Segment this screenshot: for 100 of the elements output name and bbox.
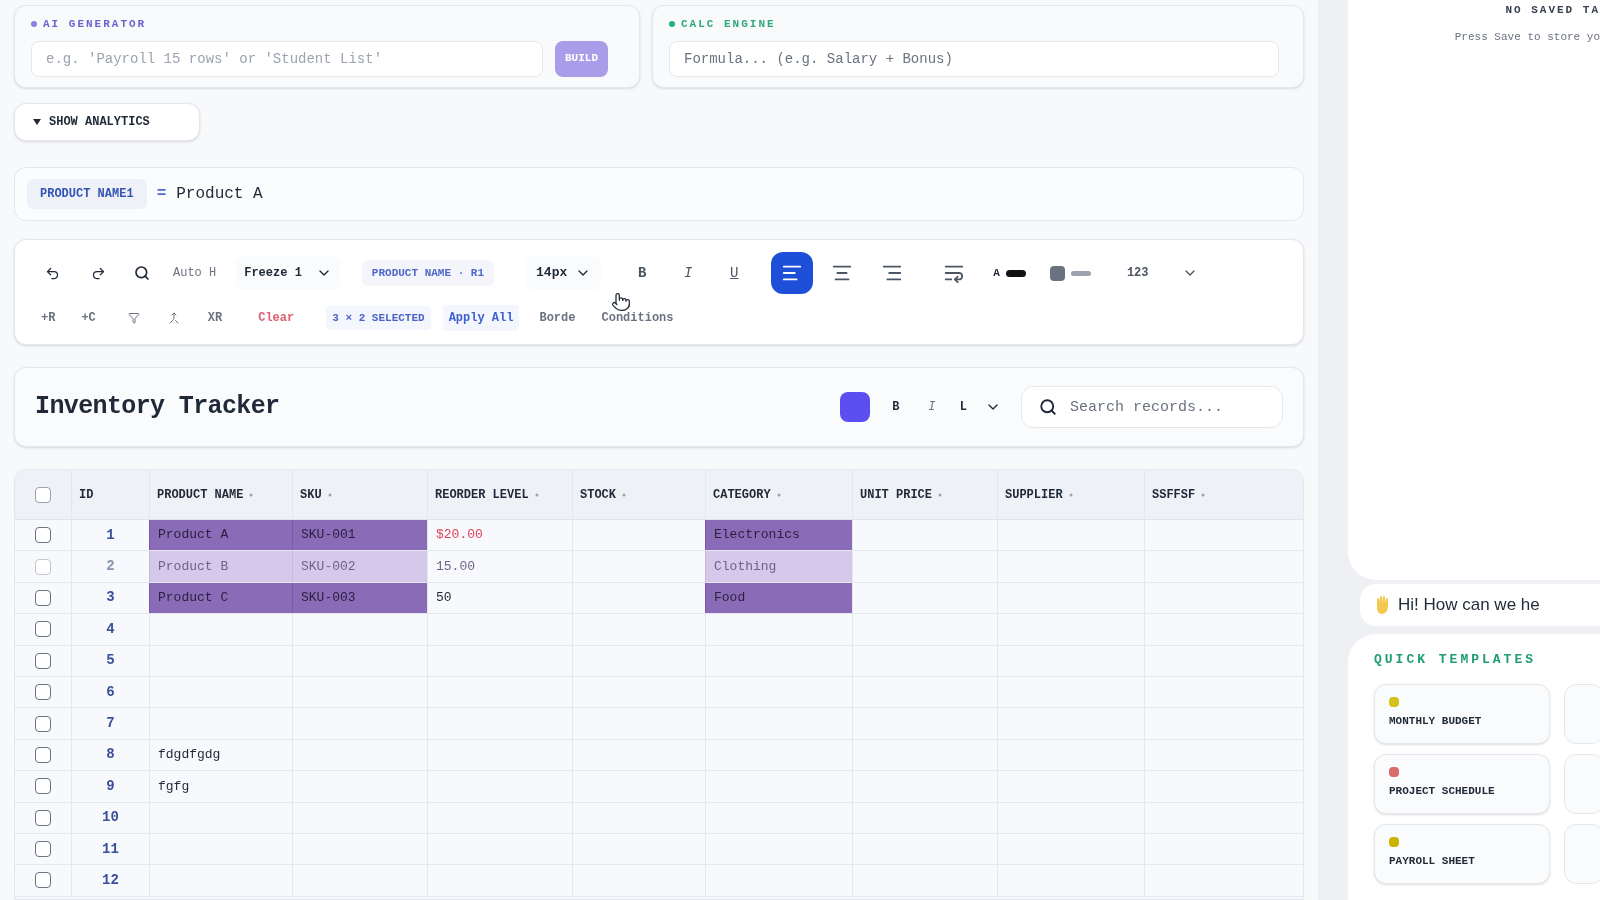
- italic-button[interactable]: I: [919, 398, 944, 416]
- table-row[interactable]: 5: [15, 645, 1303, 677]
- prompt-field[interactable]: e.g. 'Payroll 15 rows' or 'Student List': [31, 40, 543, 77]
- equals-sign: =: [156, 184, 167, 205]
- table-row[interactable]: 11: [15, 833, 1303, 866]
- show-analytics-button[interactable]: SHOW ANALYTICS: [14, 103, 200, 141]
- row-number: 2: [106, 557, 115, 577]
- bold-button[interactable]: B: [623, 254, 662, 292]
- table-cell-text: fdgdfgdg: [158, 746, 221, 765]
- number-format-select[interactable]: 123: [1120, 256, 1205, 290]
- row-checkbox[interactable]: [35, 621, 51, 638]
- row-checkbox[interactable]: [35, 872, 51, 889]
- toolbar-button[interactable]: Conditions: [595, 305, 680, 331]
- column-header[interactable]: REORDER LEVEL: [435, 485, 529, 504]
- toolbar-button[interactable]: +C: [75, 305, 102, 331]
- color-swatch: [1005, 269, 1026, 277]
- font-size-select[interactable]: 14px: [526, 256, 602, 290]
- column-header[interactable]: ID: [79, 485, 94, 504]
- table-cell-text: Electronics: [714, 526, 800, 545]
- formula-field[interactable]: Formula... (e.g. Salary + Bonus): [669, 40, 1279, 77]
- table-row[interactable]: 12: [15, 865, 1303, 897]
- apply-all-button[interactable]: Apply All: [442, 305, 520, 331]
- row-checkbox[interactable]: [35, 778, 51, 795]
- table-cell-text: SKU-001: [301, 526, 356, 545]
- chat-bubble[interactable]: Hi! How can we he: [1360, 584, 1600, 626]
- cell-value: Product A: [176, 184, 263, 205]
- selection-badge: 3 × 2 SELECTED: [326, 305, 431, 331]
- table-cell-text: Clothing: [714, 557, 777, 576]
- template-card[interactable]: MONTHLY BUDGET: [1374, 683, 1550, 744]
- row-checkbox[interactable]: [35, 684, 51, 701]
- row-number: 3: [106, 588, 115, 608]
- row-number: 6: [106, 682, 115, 702]
- sort-icon: [1068, 492, 1073, 497]
- undo-icon: [44, 265, 60, 281]
- align-left-button[interactable]: [771, 252, 814, 294]
- freeze-select[interactable]: Freeze 1: [236, 256, 340, 290]
- row-number: 5: [106, 651, 115, 671]
- sort-icon: [938, 492, 942, 497]
- row-checkbox[interactable]: [35, 652, 51, 669]
- caret-icon: [33, 119, 41, 125]
- cursor-icon: [611, 290, 631, 314]
- toolbar-button[interactable]: XR: [201, 305, 229, 331]
- column-header[interactable]: SKU: [300, 485, 322, 504]
- search-icon: [1039, 398, 1057, 416]
- text-color-button[interactable]: A: [993, 258, 1026, 288]
- table-cell-text: $20.00: [436, 526, 483, 545]
- search-field[interactable]: Search records...: [1021, 386, 1283, 428]
- column-header[interactable]: PRODUCT NAME: [157, 485, 244, 504]
- row-checkbox[interactable]: [35, 558, 51, 575]
- table-row[interactable]: 3 Product C SKU-003 50 Food: [15, 582, 1303, 615]
- column-header[interactable]: UNIT PRICE: [860, 485, 932, 504]
- row-number: 9: [106, 776, 115, 796]
- row-number: 12: [102, 871, 119, 890]
- row-checkbox[interactable]: [35, 841, 51, 858]
- redo-icon: [90, 265, 106, 281]
- table-row[interactable]: 10: [15, 802, 1303, 834]
- italic-button[interactable]: I: [669, 254, 708, 292]
- sheet-title: Inventory Tracker: [35, 391, 280, 424]
- panel-title: NO SAVED TA: [1505, 3, 1600, 18]
- row-checkbox[interactable]: [35, 589, 51, 606]
- row-number: 7: [106, 714, 115, 734]
- table-row[interactable]: 4: [15, 614, 1303, 646]
- accent-color-button[interactable]: [839, 392, 870, 422]
- table-cell-text: Product C: [158, 589, 229, 608]
- table-cell-text: 50: [436, 589, 453, 608]
- table-row[interactable]: 8 fdgdfgdg: [15, 739, 1303, 772]
- toolbar-button[interactable]: +R: [35, 305, 62, 331]
- table-cell-text: Product B: [158, 557, 229, 576]
- table-row[interactable]: 1 Product A SKU-001 $20.00 Electronics: [15, 520, 1303, 552]
- bold-button[interactable]: B: [883, 398, 908, 416]
- template-card[interactable]: PROJECT SCHEDULE: [1374, 753, 1550, 814]
- table-row[interactable]: 2 Product B SKU-002 15.00 Clothing: [15, 551, 1303, 583]
- auto-height-button[interactable]: Auto H: [169, 264, 221, 282]
- table-row[interactable]: 7: [15, 708, 1303, 740]
- color-swatch: [1070, 270, 1091, 276]
- align-select[interactable]: L: [953, 398, 1001, 416]
- table-cell-text: SKU-003: [301, 589, 356, 608]
- column-header[interactable]: SSFFSF: [1152, 485, 1196, 504]
- chat-message: Hi! How can we he: [1398, 594, 1540, 617]
- table-row[interactable]: 9 fgfg: [15, 771, 1303, 803]
- row-number: 1: [106, 525, 115, 545]
- table-cell-text: 15.00: [436, 557, 475, 576]
- row-checkbox[interactable]: [35, 715, 51, 732]
- column-header[interactable]: SUPPLIER: [1005, 485, 1063, 504]
- sort-icon: [622, 492, 626, 497]
- table-cell-text: Food: [714, 589, 746, 608]
- row-checkbox[interactable]: [35, 527, 51, 544]
- select-all-checkbox[interactable]: [35, 486, 51, 503]
- sort-icon: [327, 492, 332, 497]
- underline-button[interactable]: U: [715, 254, 754, 292]
- table-row[interactable]: 6: [15, 676, 1303, 709]
- column-header[interactable]: STOCK: [580, 485, 616, 504]
- template-card[interactable]: PAYROLL SHEET: [1374, 823, 1550, 884]
- section-label: CALC ENGINE: [681, 17, 776, 32]
- row-checkbox[interactable]: [35, 746, 51, 763]
- row-checkbox[interactable]: [35, 809, 51, 826]
- toolbar-button[interactable]: Borde: [533, 305, 582, 331]
- table-cell-text: SKU-002: [301, 557, 356, 576]
- sort-icon: [534, 492, 539, 497]
- column-header[interactable]: CATEGORY: [713, 485, 771, 504]
